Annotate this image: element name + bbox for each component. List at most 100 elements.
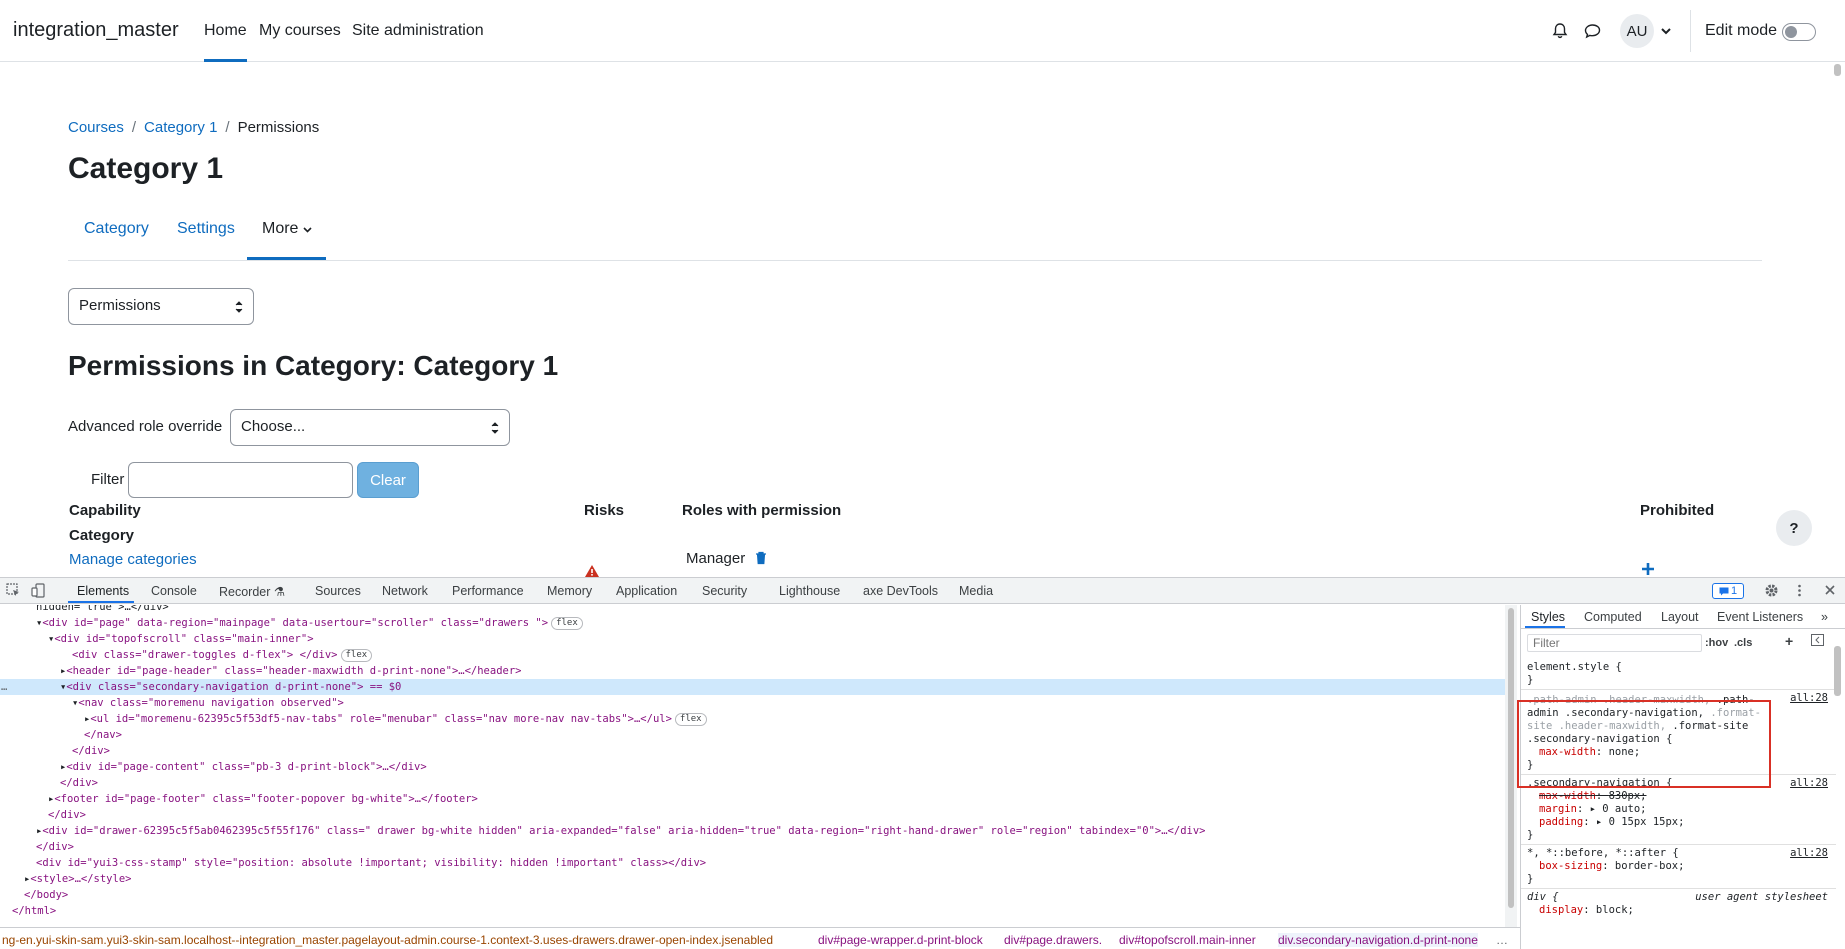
user-avatar[interactable]: AU bbox=[1620, 14, 1654, 48]
devtools-tab-security[interactable]: Security bbox=[702, 584, 747, 598]
devtools-tab-sources[interactable]: Sources bbox=[315, 584, 361, 598]
hov-toggle[interactable]: :hov bbox=[1705, 637, 1728, 649]
permissions-heading: Permissions in Category: Category 1 bbox=[68, 350, 559, 381]
crumb-page-wrapper[interactable]: div#page-wrapper.d-print-block bbox=[818, 933, 983, 947]
styles-filter-input[interactable] bbox=[1527, 634, 1702, 652]
new-rule-icon[interactable]: + bbox=[1785, 633, 1793, 649]
dom-node-drawer-toggles[interactable]: <div class="drawer-toggles d-flex"> </di… bbox=[72, 647, 373, 663]
close-icon[interactable] bbox=[1823, 583, 1839, 599]
edit-mode-toggle[interactable] bbox=[1782, 23, 1816, 41]
dom-scrollbar-thumb[interactable] bbox=[1508, 608, 1514, 908]
devtools-tab-media[interactable]: Media bbox=[959, 584, 993, 598]
tab-computed[interactable]: Computed bbox=[1584, 610, 1642, 624]
css-source-link[interactable]: all:28 bbox=[1790, 847, 1828, 860]
filter-input[interactable] bbox=[128, 462, 353, 498]
css-rule-user-agent: user agent stylesheet div { display: blo… bbox=[1521, 889, 1836, 919]
devtools-tab-axe[interactable]: axe DevTools bbox=[863, 584, 938, 598]
override-select[interactable]: Choose... bbox=[230, 409, 510, 446]
messages-icon[interactable] bbox=[1581, 20, 1603, 42]
dom-node-page-content[interactable]: ▸<div id="page-content" class="pb-3 d-pr… bbox=[60, 759, 427, 775]
issues-badge[interactable]: 1 bbox=[1712, 583, 1744, 599]
dom-node-style[interactable]: ▸<style>…</style> bbox=[24, 871, 131, 887]
devtools-tab-memory[interactable]: Memory bbox=[547, 584, 592, 598]
devtools-tab-recorder[interactable]: Recorder ⚗ bbox=[219, 584, 285, 599]
css-source-link[interactable]: all:28 bbox=[1790, 777, 1828, 790]
crumb-html[interactable]: ng-en.yui-skin-sam.yui3-skin-sam.localho… bbox=[2, 933, 773, 947]
dom-node[interactable]: </div> bbox=[72, 743, 110, 759]
dom-node-yui-stamp[interactable]: <div id="yui3-css-stamp" style="position… bbox=[36, 855, 706, 871]
toggle-sidebar-icon[interactable] bbox=[1811, 634, 1824, 649]
dom-node[interactable]: </div> bbox=[48, 807, 86, 823]
page-scrollbar-thumb[interactable] bbox=[1834, 64, 1841, 76]
dom-node-footer[interactable]: ▸<footer id="page-footer" class="footer-… bbox=[48, 791, 478, 807]
row-ellipsis-icon[interactable]: … bbox=[1, 679, 7, 695]
devtools-tabbar: Elements Console Recorder ⚗ Sources Netw… bbox=[0, 578, 1845, 604]
more-vert-icon[interactable] bbox=[1792, 583, 1808, 599]
devtools-tab-lighthouse[interactable]: Lighthouse bbox=[779, 584, 840, 598]
more-tabs-icon[interactable]: » bbox=[1821, 610, 1828, 624]
toggle-knob bbox=[1785, 26, 1797, 38]
dom-node-secondary-navigation[interactable]: ▾<div class="secondary-navigation d-prin… bbox=[60, 679, 401, 695]
dom-node[interactable]: </nav> bbox=[84, 727, 122, 743]
flex-badge[interactable]: flex bbox=[674, 713, 707, 726]
dom-node[interactable]: </div> bbox=[60, 775, 98, 791]
inspect-element-icon[interactable] bbox=[6, 583, 22, 599]
styles-active-tab-indicator bbox=[1525, 626, 1565, 628]
cls-toggle[interactable]: .cls bbox=[1734, 637, 1752, 649]
crumb-overflow-icon[interactable]: … bbox=[1496, 933, 1508, 947]
dom-scrollbar[interactable] bbox=[1505, 605, 1517, 927]
crumb-secondary-navigation[interactable]: div.secondary-navigation.d-print-none bbox=[1278, 933, 1478, 947]
devtools-tab-console[interactable]: Console bbox=[151, 584, 197, 598]
devtools-tab-application[interactable]: Application bbox=[616, 584, 677, 598]
bell-icon[interactable] bbox=[1549, 20, 1571, 42]
dom-node[interactable]: hidden="true">…</div> bbox=[36, 605, 169, 615]
dom-node-page[interactable]: ▾<div id="page" data-region="mainpage" d… bbox=[36, 615, 583, 631]
css-declaration[interactable]: padding: ▸ 0 15px 15px; bbox=[1527, 816, 1830, 829]
dom-node-text: <div class="secondary-navigation d-print… bbox=[66, 681, 402, 693]
tab-styles[interactable]: Styles bbox=[1531, 610, 1565, 624]
tab-event-listeners[interactable]: Event Listeners bbox=[1717, 610, 1803, 624]
tab-layout[interactable]: Layout bbox=[1661, 610, 1699, 624]
capability-link[interactable]: Manage categories bbox=[69, 551, 197, 568]
nav-home[interactable]: Home bbox=[204, 22, 247, 62]
dom-node-nav[interactable]: ▾<nav class="moremenu navigation observe… bbox=[72, 695, 344, 711]
flex-badge[interactable]: flex bbox=[551, 617, 583, 630]
help-button[interactable]: ? bbox=[1776, 510, 1812, 546]
breadcrumb-courses[interactable]: Courses bbox=[68, 119, 124, 136]
dom-node-drawer[interactable]: ▸<div id="drawer-62395c5f5ab0462395c5f55… bbox=[36, 823, 1206, 839]
styles-scrollbar[interactable] bbox=[1832, 640, 1844, 940]
dom-node[interactable]: </body> bbox=[24, 887, 68, 903]
dom-node-text: <div id="drawer-62395c5f5ab0462395c5f55f… bbox=[42, 825, 1206, 837]
tab-settings[interactable]: Settings bbox=[177, 220, 235, 238]
nav-my-courses[interactable]: My courses bbox=[259, 22, 341, 40]
devtools-tab-elements[interactable]: Elements bbox=[77, 584, 129, 598]
clear-button[interactable]: Clear bbox=[357, 462, 419, 498]
site-brand[interactable]: integration_master bbox=[13, 19, 179, 42]
css-source-link[interactable]: all:28 bbox=[1790, 692, 1828, 705]
chevron-down-icon[interactable] bbox=[1656, 20, 1676, 42]
css-declaration-overridden[interactable]: max-width: 830px; bbox=[1527, 790, 1830, 803]
nav-site-administration[interactable]: Site administration bbox=[352, 22, 484, 40]
dom-node-header[interactable]: ▸<header id="page-header" class="header-… bbox=[60, 663, 521, 679]
devtools-tab-performance[interactable]: Performance bbox=[452, 584, 524, 598]
flex-badge[interactable]: flex bbox=[340, 649, 373, 662]
page-scrollbar[interactable] bbox=[1830, 62, 1845, 577]
styles-scrollbar-thumb[interactable] bbox=[1834, 646, 1841, 696]
dom-node[interactable]: </div> bbox=[36, 839, 74, 855]
dom-node-ul[interactable]: ▸<ul id="moremenu-62395c5f53df5-nav-tabs… bbox=[84, 711, 707, 727]
dom-node[interactable]: </html> bbox=[12, 903, 56, 919]
devtools-tab-network[interactable]: Network bbox=[382, 584, 428, 598]
dom-node-topofscroll[interactable]: ▾<div id="topofscroll" class="main-inner… bbox=[48, 631, 314, 647]
breadcrumb-category[interactable]: Category 1 bbox=[144, 119, 217, 136]
permissions-select[interactable]: Permissions bbox=[68, 288, 254, 325]
css-rule-element-style: element.style { } bbox=[1521, 659, 1836, 690]
tab-more[interactable]: More bbox=[262, 220, 312, 238]
trash-icon[interactable] bbox=[755, 551, 767, 570]
crumb-page[interactable]: div#page.drawers. bbox=[1004, 933, 1102, 947]
css-declaration[interactable]: margin: ▸ 0 auto; bbox=[1527, 803, 1830, 816]
crumb-topofscroll[interactable]: div#topofscroll.main-inner bbox=[1119, 933, 1256, 947]
tab-category[interactable]: Category bbox=[84, 220, 149, 238]
css-declaration[interactable]: box-sizing: border-box; bbox=[1527, 860, 1830, 873]
device-toolbar-icon[interactable] bbox=[31, 583, 47, 599]
gear-icon[interactable] bbox=[1764, 583, 1780, 599]
